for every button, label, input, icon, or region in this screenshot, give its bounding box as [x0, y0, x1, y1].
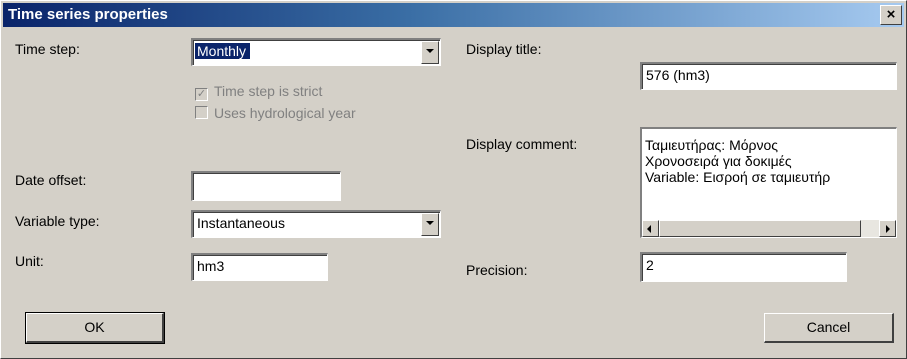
comment-line: Ταμιευτήρας: Μόρνος — [645, 137, 779, 153]
time-step-label: Time step: — [15, 41, 80, 57]
window-title: Time series properties — [8, 6, 168, 23]
display-comment-label: Display comment: — [466, 136, 578, 152]
date-offset-input[interactable] — [191, 171, 341, 201]
date-offset-label: Date offset: — [15, 172, 87, 188]
unit-label: Unit: — [15, 253, 44, 269]
checkmark-icon: ✓ — [195, 88, 208, 101]
display-comment-textarea[interactable]: Ταμιευτήρας: Μόρνος Χρονοσειρά για δοκιμ… — [640, 127, 897, 238]
display-title-input[interactable]: 576 (hm3) — [640, 62, 897, 90]
variable-type-value: Instantaneous — [197, 215, 285, 231]
strict-checkbox[interactable]: ✓ Time step is strict — [195, 83, 322, 101]
comment-text: Ταμιευτήρας: Μόρνος Χρονοσειρά για δοκιμ… — [642, 137, 896, 185]
comment-line: Variable: Εισροή σε ταμιευτήρ — [645, 169, 831, 185]
time-series-properties-dialog: Time series properties × Time step: Mont… — [0, 0, 907, 359]
time-step-select[interactable]: Monthly — [191, 38, 441, 66]
precision-label: Precision: — [466, 262, 528, 278]
checkbox-empty-icon — [195, 106, 208, 119]
hydrological-year-checkbox[interactable]: Uses hydrological year — [195, 105, 356, 121]
time-step-value: Monthly — [193, 42, 252, 60]
hydrological-year-label: Uses hydrological year — [214, 105, 356, 121]
chevron-down-icon[interactable] — [421, 41, 439, 64]
strict-label: Time step is strict — [214, 83, 323, 99]
arrow-left-icon[interactable] — [642, 220, 659, 237]
title-bar: Time series properties × — [3, 3, 904, 27]
comment-line: Χρονοσειρά για δοκιμές — [645, 153, 792, 169]
horizontal-scrollbar[interactable] — [642, 220, 896, 237]
chevron-down-icon[interactable] — [421, 213, 439, 236]
scrollbar-thumb[interactable] — [659, 220, 861, 237]
unit-input[interactable]: hm3 — [191, 253, 328, 281]
precision-input[interactable]: 2 — [640, 252, 847, 282]
cancel-button[interactable]: Cancel — [764, 313, 894, 343]
ok-button[interactable]: OK — [25, 312, 165, 344]
close-icon[interactable]: × — [880, 5, 902, 25]
variable-type-label: Variable type: — [15, 213, 100, 229]
display-title-label: Display title: — [466, 41, 542, 57]
variable-type-select[interactable]: Instantaneous — [191, 210, 441, 238]
arrow-right-icon[interactable] — [879, 220, 896, 237]
